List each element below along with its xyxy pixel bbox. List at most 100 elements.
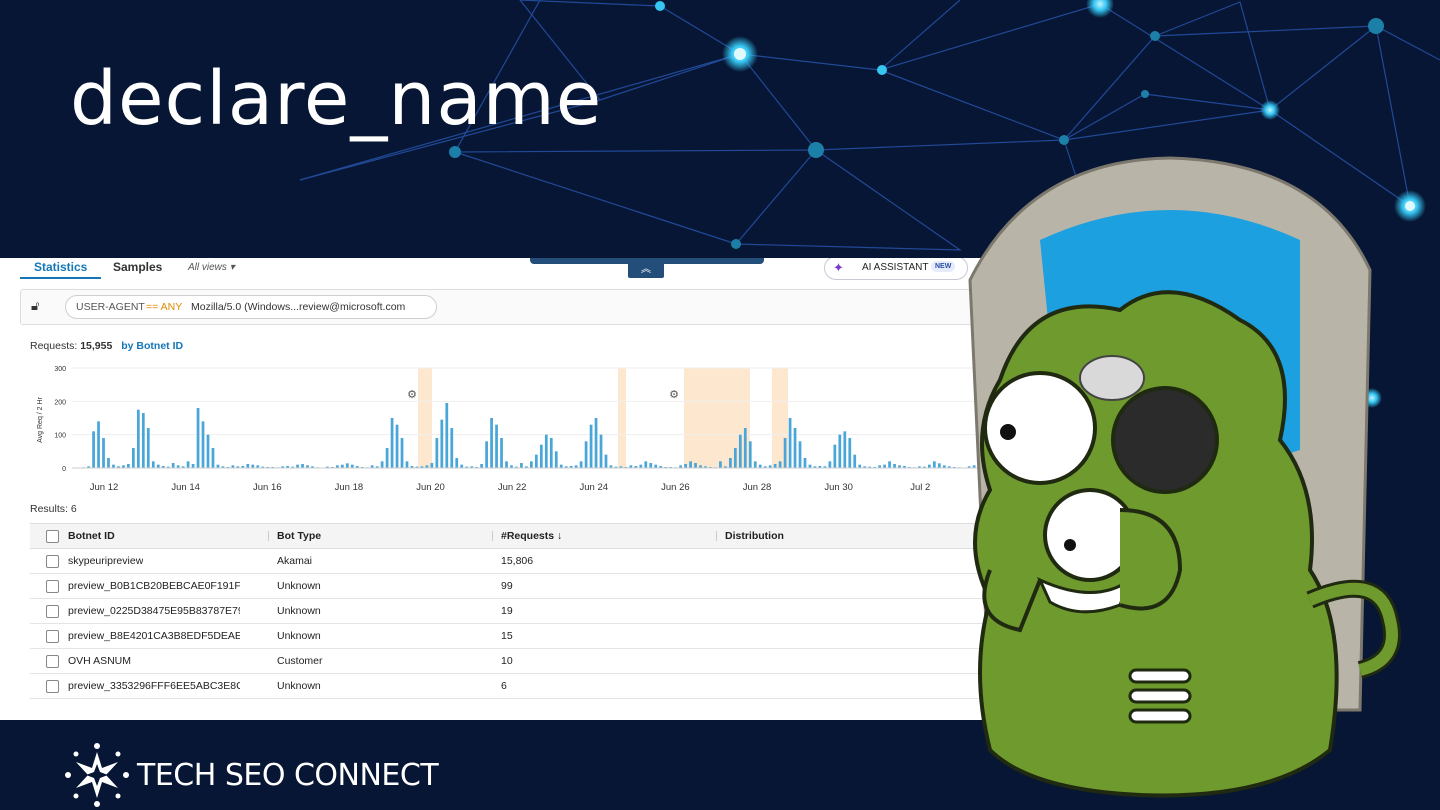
x-tick-label: Jun 26 xyxy=(661,482,690,493)
chart-bar xyxy=(579,461,583,468)
requests-cell: 15 xyxy=(492,623,716,649)
chart-bar xyxy=(440,419,444,468)
y-tick-label: 0 xyxy=(62,466,66,473)
botnet-id[interactable]: preview_B0B1CB20BEBCAE0F191F2 xyxy=(68,580,240,592)
row-select-cell xyxy=(30,598,68,624)
chart-bar xyxy=(490,418,493,468)
chart-bar xyxy=(141,413,145,468)
chart-bar xyxy=(684,464,687,468)
chart-bar xyxy=(778,461,782,468)
chart-bar xyxy=(843,431,847,468)
chart-bar xyxy=(127,464,130,468)
request-count: 99 xyxy=(501,580,513,592)
requests-count: 15,955 xyxy=(80,340,113,352)
select-all-checkbox[interactable] xyxy=(46,529,59,543)
chart-bar xyxy=(196,408,200,468)
row-select-cell xyxy=(30,673,68,699)
request-count: 19 xyxy=(501,605,513,617)
row-checkbox[interactable] xyxy=(46,604,59,618)
views-dropdown[interactable]: All views ▾ xyxy=(188,262,235,273)
col-requests[interactable]: #Requests ↓ xyxy=(492,523,716,549)
chart-bar xyxy=(644,461,648,468)
botnet-id[interactable]: preview_3353296FFF6EE5ABC3E8C xyxy=(68,680,240,692)
chart-bar xyxy=(738,434,742,468)
group-by-link[interactable]: by Botnet ID xyxy=(121,340,183,352)
chart-bar xyxy=(380,461,384,468)
chart-bar xyxy=(191,464,195,468)
chart-bar xyxy=(748,441,752,468)
collapse-button[interactable]: ︽ xyxy=(628,262,664,278)
botnet-id-cell: skypeuripreview xyxy=(68,548,268,574)
tab-statistics[interactable]: Statistics xyxy=(19,260,102,279)
chart-bar xyxy=(694,463,697,468)
x-tick-label: Jun 24 xyxy=(579,482,608,493)
botnet-id[interactable]: preview_B8E4201CA3B8EDF5DEAEE xyxy=(68,630,240,642)
chart-bar xyxy=(301,464,304,468)
y-tick-label: 200 xyxy=(54,399,66,406)
botnet-id[interactable]: OVH ASNUM xyxy=(68,655,131,667)
chart-bar xyxy=(719,461,722,468)
col-bot-type-label: Bot Type xyxy=(277,530,322,542)
brand-logo-icon xyxy=(65,743,129,807)
x-tick-label: Jun 22 xyxy=(498,482,527,493)
botnet-id[interactable]: preview_0225D38475E95B83787E79 xyxy=(68,605,240,617)
chart-bar xyxy=(803,458,807,468)
slide-title: declare_name xyxy=(70,56,603,142)
filter-pill[interactable]: USER-AGENT == ANY Mozilla/5.0 (Windows..… xyxy=(65,295,437,319)
bot-type-cell: Unknown xyxy=(268,673,492,699)
chart-bar xyxy=(753,461,757,468)
x-tick-label: Jun 20 xyxy=(416,482,445,493)
lock-icon[interactable]: 🔓︎ xyxy=(31,298,39,314)
chart-bar xyxy=(430,463,434,468)
row-checkbox[interactable] xyxy=(46,629,59,643)
y-tick-label: 100 xyxy=(54,433,66,440)
request-count: 6 xyxy=(501,680,507,692)
brain-icon xyxy=(1079,355,1145,401)
chart-bar xyxy=(788,418,792,468)
chart-bar xyxy=(92,431,95,468)
bot-type: Unknown xyxy=(277,580,321,592)
tab-samples[interactable]: Samples xyxy=(113,260,162,274)
col-divider xyxy=(716,531,717,542)
chart-bar xyxy=(435,438,439,468)
requests-cell: 6 xyxy=(492,673,716,699)
x-tick-label: Jun 14 xyxy=(171,482,200,493)
select-all-cell xyxy=(30,523,68,549)
gear-icon: ⚙ xyxy=(669,389,679,401)
chart-bar xyxy=(853,454,857,468)
chart-bar xyxy=(689,461,692,468)
filter-value: Mozilla/5.0 (Windows...review@microsoft.… xyxy=(191,301,406,313)
bot-type: Unknown xyxy=(277,680,321,692)
chart-bar xyxy=(132,448,135,468)
chart-bar xyxy=(390,418,394,468)
chart-bar xyxy=(400,438,404,468)
x-tick-label: Jun 12 xyxy=(90,482,119,493)
col-bot-type[interactable]: Bot Type xyxy=(268,523,492,549)
row-checkbox[interactable] xyxy=(46,679,59,693)
chart-bar xyxy=(107,458,110,468)
row-checkbox[interactable] xyxy=(46,554,59,568)
bot-type-cell: Akamai xyxy=(268,548,492,574)
chart-bar xyxy=(604,454,608,468)
bot-type: Unknown xyxy=(277,630,321,642)
row-checkbox[interactable] xyxy=(46,579,59,593)
botnet-id[interactable]: skypeuripreview xyxy=(68,555,143,567)
chart-bar xyxy=(480,464,483,468)
botnet-id-cell: OVH ASNUM xyxy=(68,648,268,674)
y-tick-label: 300 xyxy=(54,366,66,373)
highlight-band xyxy=(418,368,432,468)
col-botnet-id[interactable]: Botnet ID xyxy=(68,523,268,549)
botnet-id-cell: preview_0225D38475E95B83787E79 xyxy=(68,598,268,624)
chevron-up-icon: ︽ xyxy=(641,264,651,275)
chart-bar xyxy=(505,461,508,468)
chart-bar xyxy=(102,438,105,468)
requests-cell: 15,806 xyxy=(492,548,716,574)
chevron-down-icon: ▾ xyxy=(229,262,235,273)
row-checkbox[interactable] xyxy=(46,654,59,668)
chart-bar xyxy=(793,428,797,468)
sort-desc-icon: ↓ xyxy=(557,530,563,542)
chart-bar xyxy=(733,448,737,468)
bot-type: Akamai xyxy=(277,555,313,567)
chart-bar xyxy=(485,441,488,468)
chart-bar xyxy=(589,424,593,468)
